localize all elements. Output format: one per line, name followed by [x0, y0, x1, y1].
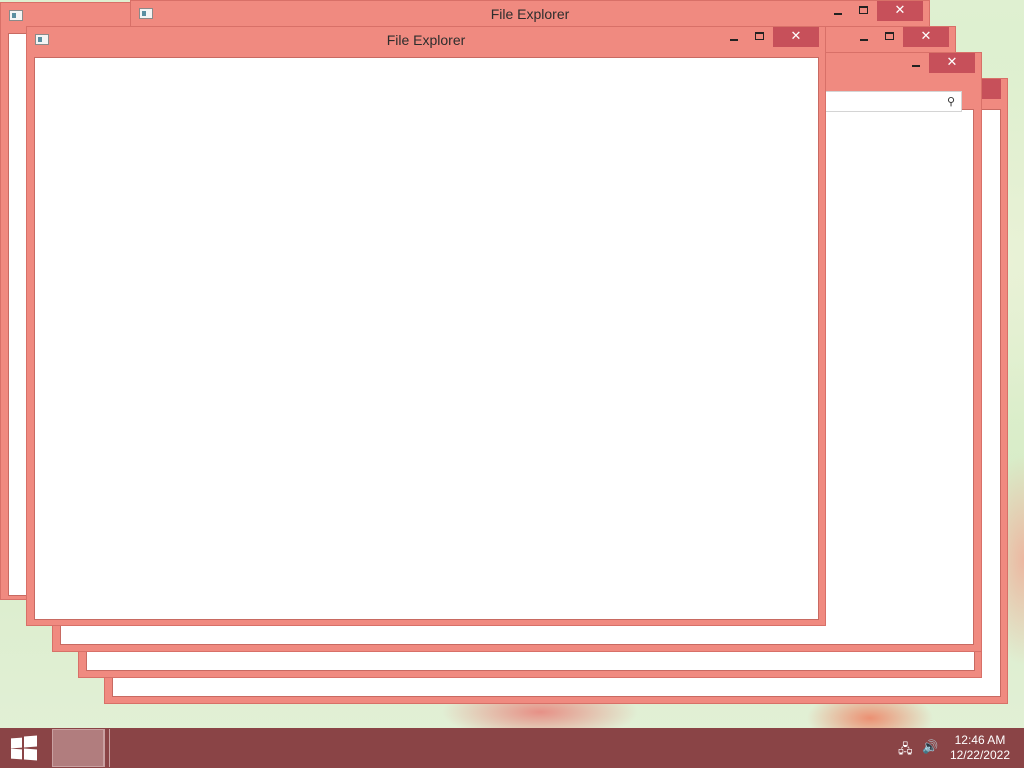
taskbar-item-stack-edge — [104, 729, 110, 767]
title-bar[interactable]: File Explorer ✕ — [27, 27, 825, 53]
minimize-button[interactable] — [721, 27, 747, 47]
close-button[interactable]: ✕ — [877, 1, 923, 21]
title-bar[interactable]: File Explorer ✕ — [131, 1, 929, 27]
window-client-area — [34, 57, 819, 620]
close-button[interactable]: ✕ — [903, 27, 949, 47]
window-title: File Explorer — [490, 6, 570, 22]
clock[interactable]: 12:46 AM 12/22/2022 — [950, 733, 1010, 763]
taskbar-item-file-explorer[interactable] — [52, 729, 104, 767]
volume-icon[interactable]: 🔊 — [922, 740, 938, 755]
close-button[interactable]: ✕ — [929, 53, 975, 73]
window-title: File Explorer — [386, 32, 466, 48]
search-icon[interactable]: ⚲ — [947, 95, 955, 108]
maximize-button[interactable] — [851, 1, 877, 21]
file-explorer-app-icon — [9, 10, 23, 21]
windows-logo-icon — [11, 735, 37, 761]
window-client-area — [800, 109, 974, 645]
close-button[interactable]: ✕ — [773, 27, 819, 47]
maximize-button[interactable] — [877, 27, 903, 47]
start-button[interactable] — [0, 728, 48, 768]
minimize-button[interactable] — [903, 53, 929, 73]
network-icon[interactable]: 🖧 — [898, 740, 913, 762]
window-front[interactable]: File Explorer ✕ — [26, 26, 826, 626]
minimize-button[interactable] — [851, 27, 877, 47]
maximize-button[interactable] — [747, 27, 773, 47]
clock-time: 12:46 AM — [954, 733, 1006, 747]
minimize-button[interactable] — [825, 1, 851, 21]
taskbar: 🖧 🔊 12:46 AM 12/22/2022 — [0, 728, 1024, 768]
clock-date: 12/22/2022 — [949, 748, 1010, 762]
window-stack-3-panel[interactable]: ✕ ⚲ — [800, 52, 982, 652]
